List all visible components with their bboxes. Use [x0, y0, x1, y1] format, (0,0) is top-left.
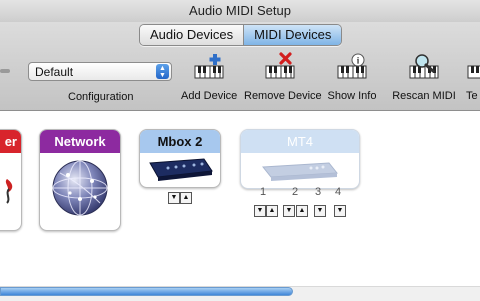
popup-arrows-icon: ▲ ▼ — [156, 64, 169, 79]
window-title: Audio MIDI Setup — [189, 3, 291, 18]
remove-device-button[interactable]: Remove Device — [244, 52, 322, 102]
network-globe-icon — [52, 160, 108, 216]
title-bar: Audio MIDI Setup — [0, 0, 480, 23]
add-device-button[interactable]: Add Device — [181, 52, 237, 102]
device-partial-header: er — [0, 130, 21, 153]
tab-midi-devices[interactable]: MIDI Devices — [244, 25, 342, 45]
remove-keyboard-icon — [265, 52, 295, 79]
toolbar: Audio Devices MIDI Devices Default ▲ ▼ Co… — [0, 22, 480, 111]
mt4-port-2: 2 — [292, 186, 299, 198]
mt4-device-icon — [262, 162, 338, 181]
network-header: Network — [40, 130, 120, 153]
configuration-popup[interactable]: Default ▲ ▼ — [28, 62, 172, 81]
mt4-port2-down-icon[interactable]: ▼ — [283, 205, 295, 217]
show-info-button[interactable]: i Show Info — [327, 52, 377, 102]
test-setup-icon — [467, 65, 480, 79]
mt4-port-1: 1 — [260, 186, 267, 198]
configuration-value: Default — [35, 65, 74, 79]
mbox-header: Mbox 2 — [140, 130, 220, 153]
tab-audio-devices[interactable]: Audio Devices — [140, 25, 245, 45]
configuration-label: Configuration — [68, 91, 134, 103]
mt4-port-4: 4 — [335, 186, 342, 198]
device-card-mbox2[interactable]: Mbox 2 — [139, 129, 221, 188]
mbox-device-icon — [149, 158, 213, 181]
remove-device-label: Remove Device — [244, 90, 322, 102]
add-device-label: Add Device — [181, 90, 238, 102]
mt4-port-3: 3 — [315, 186, 322, 198]
test-setup-label: Te — [466, 90, 478, 102]
device-card-mt4[interactable]: MT4 — [240, 129, 360, 189]
show-info-icon: i — [337, 53, 367, 79]
view-segmented-control: Audio Devices MIDI Devices — [139, 24, 343, 46]
mt4-port2-up-icon[interactable]: ▲ — [296, 205, 308, 217]
partial-device-icon — [5, 179, 13, 204]
mt4-port3-down-icon[interactable]: ▼ — [314, 205, 326, 217]
mt4-header: MT4 — [241, 130, 359, 153]
device-card-network[interactable]: Network — [39, 129, 121, 231]
mbox-port-up-icon[interactable]: ▲ — [180, 192, 192, 204]
show-info-label: Show Info — [327, 90, 377, 102]
test-setup-button[interactable]: Te — [466, 52, 480, 102]
rescan-midi-button[interactable]: Rescan MIDI — [392, 52, 456, 102]
mt4-port1-down-icon[interactable]: ▼ — [254, 205, 266, 217]
rescan-midi-icon — [409, 54, 439, 79]
partial-slider[interactable] — [0, 69, 10, 73]
device-card-partial[interactable]: er — [0, 129, 22, 231]
horizontal-scroll-thumb[interactable] — [0, 287, 293, 296]
rescan-midi-label: Rescan MIDI — [392, 90, 456, 102]
mt4-port1-up-icon[interactable]: ▲ — [266, 205, 278, 217]
mbox-port-down-icon[interactable]: ▼ — [168, 192, 180, 204]
add-keyboard-icon — [194, 54, 224, 79]
mt4-port4-down-icon[interactable]: ▼ — [334, 205, 346, 217]
